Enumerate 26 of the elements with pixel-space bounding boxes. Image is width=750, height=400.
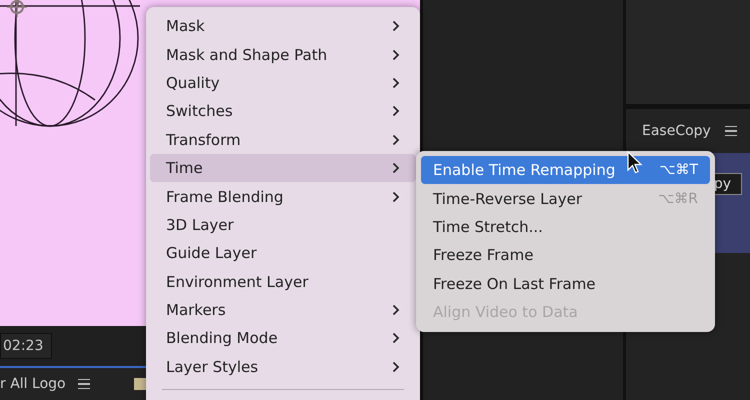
- timecode-field[interactable]: 02:23: [0, 333, 52, 359]
- color-swatch: [134, 378, 146, 390]
- menu-item[interactable]: Switches: [150, 97, 416, 126]
- menu-icon[interactable]: [78, 378, 90, 390]
- menu-item[interactable]: Frame Blending: [150, 182, 416, 211]
- menu-icon[interactable]: [724, 126, 737, 136]
- menu-item[interactable]: Time: [150, 154, 416, 182]
- menu-item[interactable]: Enable Time Remapping ⌥⌘T: [421, 156, 710, 184]
- menu-item[interactable]: Time Stretch...: [421, 212, 710, 242]
- timeline-tab[interactable]: r All Logo: [0, 376, 66, 392]
- menu-item[interactable]: Freeze Frame: [421, 241, 710, 270]
- menu-item[interactable]: Time-Reverse Layer ⌥⌘R: [421, 184, 710, 213]
- menu-item[interactable]: Blending Mode: [150, 324, 416, 353]
- panel-title: EaseCopy: [642, 123, 711, 139]
- menu-item[interactable]: Freeze On Last Frame: [421, 270, 710, 298]
- menu-item[interactable]: Markers: [150, 296, 416, 324]
- menu-item[interactable]: 3D Layer: [150, 210, 416, 240]
- menu-item[interactable]: Mask: [150, 12, 416, 40]
- menu-item[interactable]: Quality: [150, 68, 416, 98]
- anchor-point-icon[interactable]: [6, 0, 28, 18]
- menu-item[interactable]: Layer Styles: [150, 352, 416, 382]
- menu-item[interactable]: Environment Layer: [150, 268, 416, 296]
- menu-item[interactable]: Mask and Shape Path: [150, 40, 416, 69]
- menu-item[interactable]: Guide Layer: [150, 239, 416, 268]
- menu-item[interactable]: Transform: [150, 126, 416, 154]
- mouse-pointer-icon: [627, 151, 643, 175]
